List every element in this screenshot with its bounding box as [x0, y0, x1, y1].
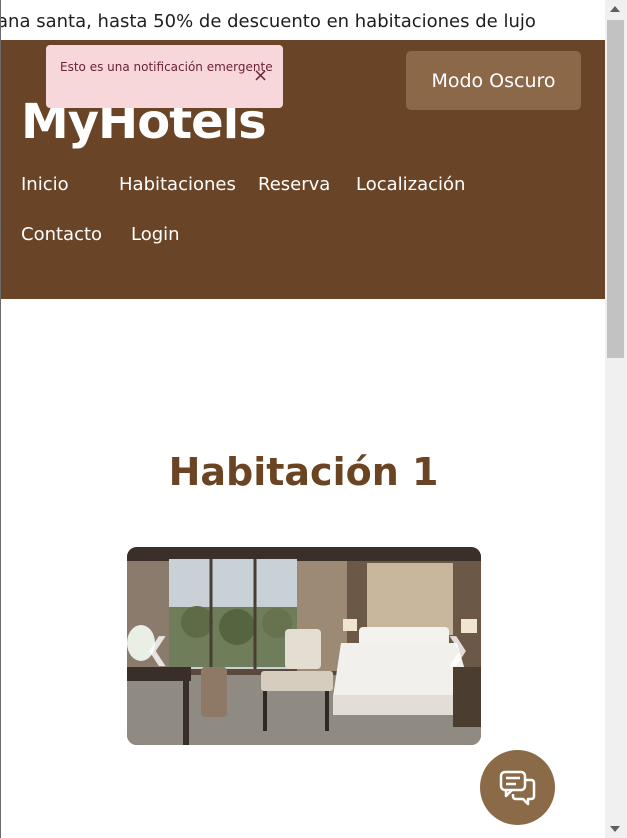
nav-link-login[interactable]: Login: [131, 224, 180, 245]
chevron-left-icon[interactable]: ❮: [145, 635, 170, 665]
scroll-up-arrow-icon[interactable]: [610, 6, 620, 12]
toast-message: Esto es una notificación emergente: [60, 60, 273, 74]
nav-link-inicio[interactable]: Inicio: [21, 174, 69, 195]
close-icon[interactable]: ×: [253, 67, 268, 85]
nav-link-reserva[interactable]: Reserva: [258, 174, 330, 195]
promo-text: ana santa, hasta 50% de descuento en hab…: [1, 11, 536, 32]
room-carousel[interactable]: ❮ ❯: [127, 547, 481, 745]
room-image: [127, 547, 481, 745]
vertical-scrollbar[interactable]: [605, 0, 627, 838]
page-viewport: ana santa, hasta 50% de descuento en hab…: [0, 0, 605, 838]
dark-mode-button[interactable]: Modo Oscuro: [406, 51, 581, 110]
nav-link-localizacion[interactable]: Localización: [356, 174, 465, 195]
room-title: Habitación 1: [168, 450, 439, 494]
chevron-right-icon[interactable]: ❯: [445, 635, 470, 665]
chat-icon: [499, 770, 535, 805]
scrollbar-thumb[interactable]: [607, 20, 624, 358]
notification-toast: Esto es una notificación emergente ×: [46, 45, 283, 108]
nav-link-contacto[interactable]: Contacto: [21, 224, 102, 245]
nav-link-habitaciones[interactable]: Habitaciones: [119, 174, 236, 195]
scroll-down-arrow-icon[interactable]: [610, 826, 620, 832]
promo-marquee: ana santa, hasta 50% de descuento en hab…: [1, 0, 605, 40]
chat-button[interactable]: [480, 750, 555, 825]
